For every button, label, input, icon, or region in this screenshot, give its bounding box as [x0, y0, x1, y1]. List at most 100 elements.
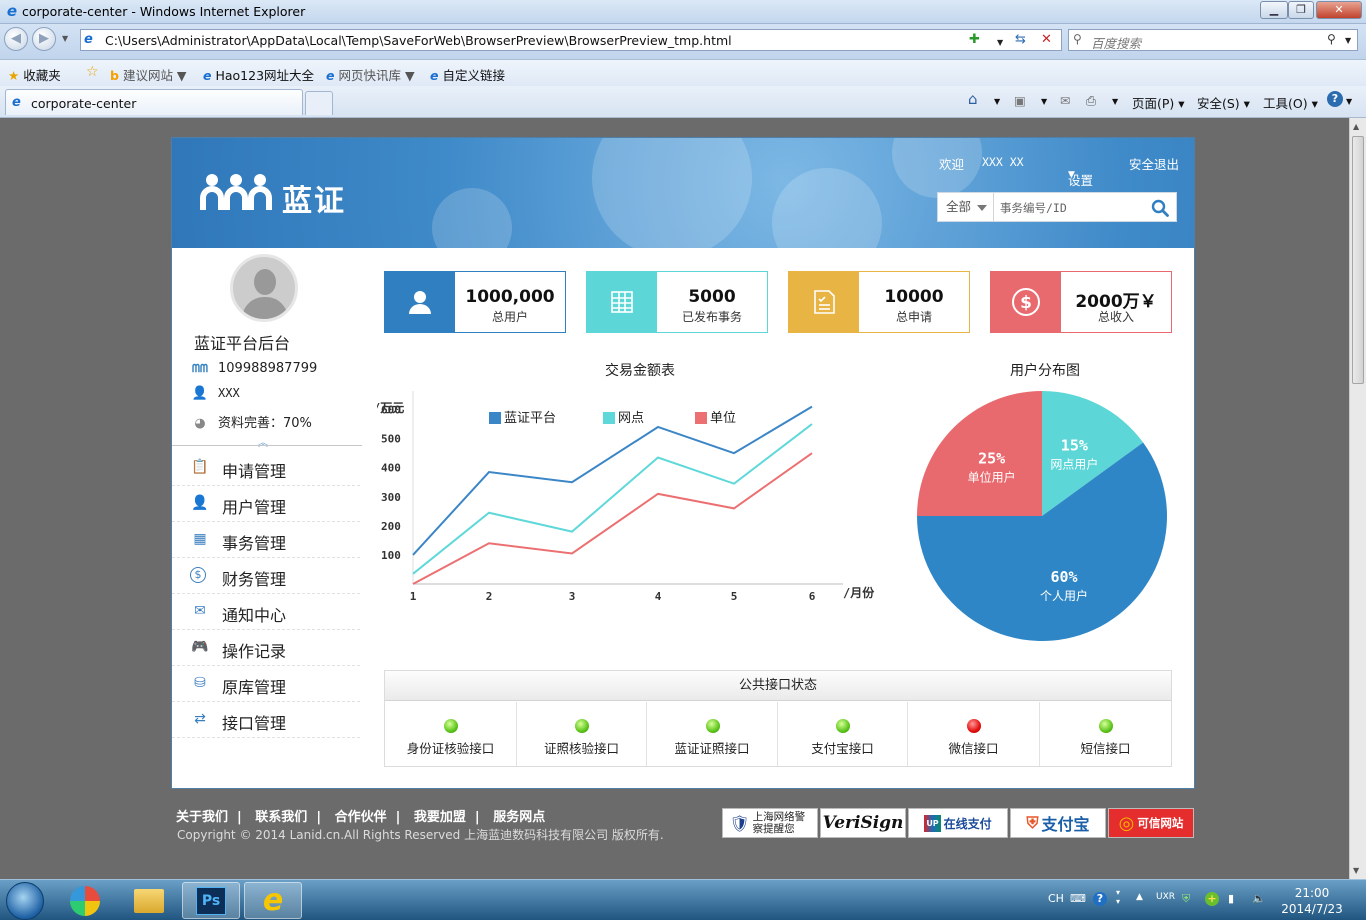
- uxr-icon[interactable]: UXR: [1156, 892, 1175, 902]
- address-dropdown-icon[interactable]: ▼: [997, 36, 1003, 50]
- help-dropdown-icon[interactable]: ▼: [1346, 97, 1352, 106]
- scroll-up-icon[interactable]: ▲: [1353, 122, 1359, 131]
- footer-link-about[interactable]: 关于我们: [176, 810, 228, 825]
- sidebar-item-5[interactable]: 🎮 操作记录: [172, 630, 360, 666]
- footer-link-partners[interactable]: 合作伙伴: [335, 810, 387, 825]
- history-dropdown-icon[interactable]: ▼: [62, 34, 68, 43]
- feeds-icon[interactable]: ▣: [1014, 93, 1026, 108]
- stat-card-3[interactable]: $2000万￥ 总收入: [990, 271, 1172, 333]
- add-favorite-icon[interactable]: ☆: [86, 64, 99, 80]
- window-title: corporate-center - Windows Internet Expl…: [22, 4, 306, 19]
- search-dropdown-icon[interactable]: ▼: [1345, 36, 1351, 45]
- fav-item-hao123[interactable]: e Hao123网址大全: [203, 65, 314, 84]
- print-dropdown-icon[interactable]: ▼: [1112, 97, 1118, 106]
- refresh-icon[interactable]: ⇆: [1015, 33, 1026, 47]
- safety-menu[interactable]: 安全(S) ▾: [1197, 93, 1250, 112]
- input-language[interactable]: CH: [1048, 892, 1064, 905]
- logout-link[interactable]: 安全退出: [1129, 154, 1179, 173]
- avatar[interactable]: [230, 254, 298, 322]
- show-hidden-icons[interactable]: ▲: [1136, 892, 1143, 902]
- scrollbar-thumb[interactable]: [1352, 136, 1364, 384]
- plus-icon[interactable]: +: [1205, 892, 1219, 906]
- home-icon[interactable]: ⌂: [968, 90, 978, 108]
- y-tick-label: 100: [381, 549, 401, 562]
- search-input[interactable]: 事务编号/ID: [1000, 200, 1067, 216]
- tray-options-icon[interactable]: ▾ ▾: [1116, 888, 1120, 906]
- search-scope-select[interactable]: 全部: [938, 193, 994, 221]
- print-icon[interactable]: ⎙: [1086, 93, 1096, 109]
- scroll-down-icon[interactable]: ▼: [1353, 866, 1359, 875]
- sidebar-item-0[interactable]: 📋 申请管理: [172, 450, 360, 486]
- forward-button[interactable]: ▶: [32, 27, 56, 51]
- badge-police[interactable]: 🛡 上海网络警察提醒您: [722, 808, 818, 838]
- start-button[interactable]: [6, 882, 44, 920]
- unionpay-icon: UP: [924, 814, 941, 832]
- tools-menu[interactable]: 工具(O) ▾: [1263, 93, 1318, 112]
- badge-verisign[interactable]: VeriSign: [820, 808, 906, 838]
- search-icon[interactable]: ⚲: [1327, 32, 1336, 46]
- clock[interactable]: 21:00 2014/7/23: [1278, 885, 1346, 917]
- divider: [172, 445, 362, 446]
- stop-icon[interactable]: ✕: [1041, 33, 1052, 47]
- database-icon: ⛁: [194, 675, 206, 691]
- collapse-chevron-icon[interactable]: ︽: [258, 434, 268, 449]
- stat-card-2[interactable]: 10000 总申请: [788, 271, 970, 333]
- home-dropdown-icon[interactable]: ▼: [994, 97, 1000, 106]
- security-icon[interactable]: ⛨: [1182, 892, 1190, 906]
- fav-item-label: Hao123网址大全: [215, 68, 315, 83]
- badge-trusted[interactable]: ◎ 可信网站: [1108, 808, 1194, 838]
- footer-link-join[interactable]: 我要加盟: [414, 810, 466, 825]
- new-tab-button[interactable]: [305, 91, 333, 115]
- minimize-button[interactable]: ▁: [1260, 1, 1288, 19]
- keyboard-icon[interactable]: ⌨: [1070, 892, 1086, 905]
- page-menu[interactable]: 页面(P) ▾: [1132, 93, 1185, 112]
- profile-username-row: 👤 XXX: [190, 386, 240, 401]
- maximize-button[interactable]: ❐: [1288, 1, 1314, 19]
- sidebar-item-3[interactable]: $ 财务管理: [172, 558, 360, 594]
- fav-item-suggested[interactable]: b 建议网站 ▼: [110, 65, 187, 84]
- taskbar-app-360[interactable]: [56, 882, 114, 919]
- stat-caption: 已发布事务: [681, 310, 742, 324]
- badge-alipay[interactable]: ⛨ 支付宝: [1010, 808, 1106, 838]
- sidebar-item-4[interactable]: ✉ 通知中心: [172, 594, 360, 630]
- sidebar-item-7[interactable]: ⇄ 接口管理: [172, 702, 360, 738]
- pie-slice-percent: 60%: [1050, 568, 1077, 586]
- favorites-button[interactable]: ★ 收藏夹: [8, 65, 61, 84]
- browser-search-placeholder: 百度搜索: [1091, 36, 1142, 51]
- vertical-scrollbar[interactable]: ▲ ▼: [1349, 118, 1366, 879]
- compat-icon[interactable]: ✚: [969, 33, 980, 47]
- stat-card-1[interactable]: 5000 已发布事务: [586, 271, 768, 333]
- taskbar-app-explorer[interactable]: [120, 882, 178, 919]
- legend-label: 网点: [618, 411, 644, 426]
- dollar-icon: $: [991, 272, 1061, 332]
- x-axis-label: /月份: [843, 585, 875, 600]
- footer-link-outlets[interactable]: 服务网点: [493, 810, 545, 825]
- device-icon[interactable]: ▮: [1228, 892, 1234, 905]
- feeds-dropdown-icon[interactable]: ▼: [1041, 97, 1047, 106]
- sidebar-item-1[interactable]: 👤 用户管理: [172, 486, 360, 522]
- back-button[interactable]: ◀: [4, 27, 28, 51]
- sidebar-item-6[interactable]: ⛁ 原库管理: [172, 666, 360, 702]
- address-field[interactable]: e C:\Users\Administrator\AppData\Local\T…: [80, 29, 1062, 51]
- search-icon[interactable]: [1151, 199, 1169, 217]
- fav-item-custom[interactable]: e 自定义链接: [430, 65, 505, 84]
- banner-bubble: [772, 168, 882, 248]
- series-line-2: [412, 452, 813, 585]
- badge-unionpay[interactable]: UP 在线支付: [908, 808, 1008, 838]
- help-icon[interactable]: ?: [1327, 91, 1343, 107]
- fav-item-webslice[interactable]: e 网页快讯库 ▼: [326, 65, 415, 84]
- browser-search-field[interactable]: ⚲ 百度搜索 ⚲ ▼: [1068, 29, 1358, 51]
- volume-icon[interactable]: 🔈: [1252, 892, 1266, 905]
- footer-link-contact[interactable]: 联系我们: [255, 810, 307, 825]
- taskbar-app-ie[interactable]: e: [244, 882, 302, 919]
- api-status-title: 公共接口状态: [385, 671, 1171, 701]
- taskbar-app-photoshop[interactable]: Ps: [182, 882, 240, 919]
- mail-icon[interactable]: ✉: [1060, 93, 1070, 108]
- table-icon: ▦: [193, 531, 207, 547]
- close-window-button[interactable]: ✕: [1316, 1, 1362, 19]
- tab-corporate-center[interactable]: e corporate-center: [5, 89, 303, 115]
- x-tick-label: 4: [655, 590, 662, 603]
- stat-card-0[interactable]: 1000,000 总用户: [384, 271, 566, 333]
- sidebar-item-2[interactable]: ▦ 事务管理: [172, 522, 360, 558]
- help-icon[interactable]: ?: [1093, 892, 1107, 906]
